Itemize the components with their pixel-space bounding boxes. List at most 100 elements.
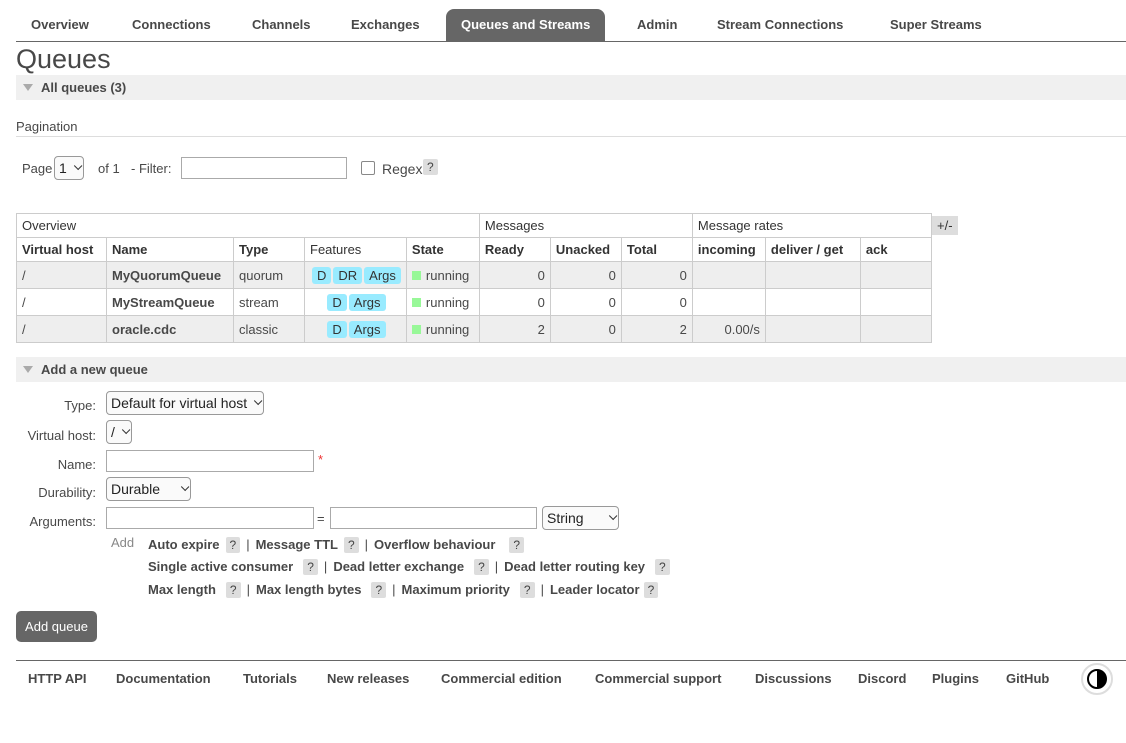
queue-name-link[interactable]: oracle.cdc bbox=[106, 315, 234, 343]
col-total[interactable]: Total bbox=[620, 237, 693, 262]
all-queues-toggle[interactable]: All queues (3) bbox=[16, 75, 1126, 100]
pagination-title: Pagination bbox=[16, 119, 78, 134]
help-button[interactable]: ? bbox=[655, 559, 670, 575]
queue-name-link[interactable]: MyQuorumQueue bbox=[106, 261, 234, 289]
help-button[interactable]: ? bbox=[643, 582, 659, 598]
running-status-icon bbox=[411, 324, 421, 334]
vhost-label: Virtual host: bbox=[27, 428, 96, 443]
cell-features: D Args bbox=[304, 315, 407, 343]
feature-badge: Args bbox=[348, 320, 386, 338]
cell-unacked: 0 bbox=[549, 261, 622, 289]
cell-ack bbox=[859, 315, 932, 343]
add-queue-section-label: Add a new queue bbox=[41, 362, 148, 377]
col-virtual-host[interactable]: Virtual host bbox=[16, 237, 107, 262]
table-row: / MyStreamQueue stream D Args running 0 0… bbox=[16, 288, 932, 316]
col-ack[interactable]: ack bbox=[859, 237, 932, 262]
contrast-icon[interactable] bbox=[1081, 663, 1113, 695]
argument-shortcuts-line-1: Auto expire? | Message TTL? | Overflow behav… bbox=[148, 537, 525, 553]
footer: HTTP API Documentation Tutorials New rel… bbox=[16, 660, 1126, 700]
help-button[interactable]: ? bbox=[371, 582, 387, 598]
col-deliver-get[interactable]: deliver / get bbox=[764, 237, 861, 262]
required-marker: * bbox=[318, 452, 324, 467]
separator: | bbox=[392, 582, 396, 597]
help-button[interactable]: ? bbox=[225, 582, 241, 598]
tab-super-streams[interactable]: Super Streams bbox=[875, 9, 997, 41]
durability-label: Durability: bbox=[38, 485, 96, 500]
tab-exchanges[interactable]: Exchanges bbox=[336, 9, 435, 41]
help-button[interactable]: ? bbox=[474, 559, 489, 575]
help-button[interactable]: ? bbox=[303, 559, 318, 575]
durability-select[interactable]: Durable bbox=[106, 477, 191, 501]
name-label: Name: bbox=[57, 457, 96, 472]
regex-checkbox[interactable] bbox=[361, 161, 375, 175]
argument-value-input[interactable] bbox=[330, 507, 537, 529]
cell-unacked: 0 bbox=[549, 315, 622, 343]
help-button[interactable]: ? bbox=[343, 537, 359, 553]
footer-link-discussions[interactable]: Discussions bbox=[755, 671, 832, 686]
regex-help-button[interactable]: ? bbox=[423, 159, 438, 175]
separator: | bbox=[364, 537, 369, 552]
tab-channels[interactable]: Channels bbox=[237, 9, 326, 41]
footer-link-plugins[interactable]: Plugins bbox=[932, 671, 979, 686]
arg-overflow-behaviour-link[interactable]: Overflow behaviour bbox=[374, 537, 495, 552]
arg-single-active-consumer-link[interactable]: Single active consumer bbox=[148, 559, 293, 574]
vhost-select[interactable]: / bbox=[106, 420, 132, 444]
tab-queues-and-streams[interactable]: Queues and Streams bbox=[446, 9, 606, 41]
footer-link-documentation[interactable]: Documentation bbox=[116, 671, 211, 686]
arg-max-length-bytes-link[interactable]: Max length bytes bbox=[256, 582, 361, 597]
running-status-icon bbox=[411, 270, 421, 280]
argument-type-select[interactable]: String bbox=[542, 506, 619, 530]
arg-dead-letter-exchange-link[interactable]: Dead letter exchange bbox=[333, 559, 464, 574]
help-button[interactable]: ? bbox=[509, 537, 525, 553]
tab-overview[interactable]: Overview bbox=[16, 9, 104, 41]
col-unacked[interactable]: Unacked bbox=[549, 237, 622, 262]
cell-total: 2 bbox=[620, 315, 693, 343]
col-ready[interactable]: Ready bbox=[478, 237, 551, 262]
durability-select-value: Durable bbox=[111, 481, 161, 497]
arg-dead-letter-routing-key-link[interactable]: Dead letter routing key bbox=[504, 559, 645, 574]
feature-badge: D bbox=[312, 266, 332, 284]
cell-state: running bbox=[405, 261, 480, 289]
footer-link-commercial-edition[interactable]: Commercial edition bbox=[441, 671, 562, 686]
chevron-down-icon bbox=[608, 511, 618, 521]
cell-unacked: 0 bbox=[549, 288, 622, 316]
filter-input[interactable] bbox=[181, 157, 347, 179]
col-name[interactable]: Name bbox=[106, 237, 234, 262]
tab-stream-connections[interactable]: Stream Connections bbox=[702, 9, 858, 41]
footer-link-github[interactable]: GitHub bbox=[1006, 671, 1049, 686]
add-queue-toggle[interactable]: Add a new queue bbox=[16, 357, 1126, 382]
col-type[interactable]: Type bbox=[233, 237, 305, 262]
queue-name-input[interactable] bbox=[106, 450, 314, 472]
type-label: Type: bbox=[64, 398, 96, 413]
cell-ready: 2 bbox=[478, 315, 551, 343]
cell-total: 0 bbox=[620, 288, 693, 316]
footer-link-discord[interactable]: Discord bbox=[858, 671, 906, 686]
add-queue-button[interactable]: Add queue bbox=[16, 611, 97, 642]
footer-link-tutorials[interactable]: Tutorials bbox=[243, 671, 297, 686]
tab-connections[interactable]: Connections bbox=[117, 9, 226, 41]
type-select[interactable]: Default for virtual host bbox=[106, 391, 265, 415]
arg-max-length-link[interactable]: Max length bbox=[148, 582, 216, 597]
queue-name-link[interactable]: MyStreamQueue bbox=[106, 288, 234, 316]
feature-badge: Args bbox=[364, 266, 401, 284]
arg-auto-expire-link[interactable]: Auto expire bbox=[148, 537, 220, 552]
chevron-down-icon bbox=[73, 161, 83, 171]
argument-key-input[interactable] bbox=[106, 507, 314, 529]
arg-leader-locator-link[interactable]: Leader locator bbox=[550, 582, 640, 597]
help-button[interactable]: ? bbox=[519, 582, 535, 598]
cell-incoming bbox=[691, 261, 766, 289]
column-toggle-button[interactable]: +/- bbox=[932, 216, 958, 235]
footer-link-new-releases[interactable]: New releases bbox=[327, 671, 409, 686]
collapse-triangle-icon bbox=[23, 366, 33, 373]
col-incoming[interactable]: incoming bbox=[691, 237, 766, 262]
page-select[interactable]: 1 bbox=[54, 156, 84, 180]
footer-link-commercial-support[interactable]: Commercial support bbox=[595, 671, 721, 686]
tab-admin[interactable]: Admin bbox=[622, 9, 692, 41]
help-button[interactable]: ? bbox=[225, 537, 241, 553]
feature-badge: D bbox=[327, 320, 347, 338]
arg-message-ttl-link[interactable]: Message TTL bbox=[256, 537, 338, 552]
col-state[interactable]: State bbox=[405, 237, 480, 262]
footer-link-http-api[interactable]: HTTP API bbox=[28, 671, 87, 686]
cell-deliver-get bbox=[764, 288, 861, 316]
arg-maximum-priority-link[interactable]: Maximum priority bbox=[402, 582, 510, 597]
